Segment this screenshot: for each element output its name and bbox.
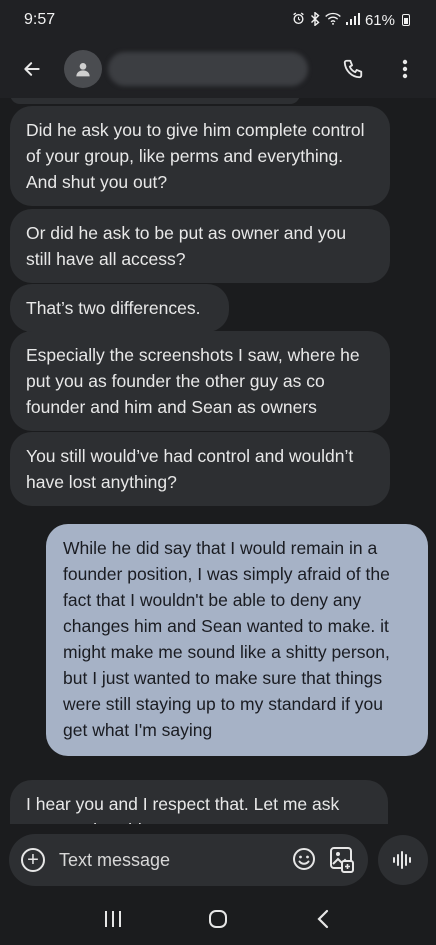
status-time: 9:57 xyxy=(24,11,56,28)
audio-waveform-icon xyxy=(393,851,411,869)
emoji-button[interactable] xyxy=(292,847,316,876)
gallery-button[interactable] xyxy=(329,846,355,879)
voice-message-button[interactable] xyxy=(378,835,428,885)
system-nav-bar xyxy=(0,892,436,945)
contact-name[interactable] xyxy=(108,52,308,86)
status-icons: 61% xyxy=(292,10,410,29)
wifi-icon xyxy=(325,12,341,28)
chevron-left-icon xyxy=(317,909,329,928)
incoming-message[interactable]: That’s two differences. xyxy=(10,284,229,332)
signal-icon xyxy=(345,12,360,28)
outgoing-message[interactable]: While he did say that I would remain in … xyxy=(46,524,428,756)
incoming-message[interactable]: Did he ask you to give him complete cont… xyxy=(10,106,390,206)
avatar[interactable] xyxy=(64,50,102,88)
home-icon xyxy=(208,909,227,928)
message-input[interactable] xyxy=(59,849,259,871)
alarm-icon xyxy=(292,12,305,28)
incoming-message[interactable]: Especially the screenshots I saw, where … xyxy=(10,331,390,431)
bluetooth-icon xyxy=(310,10,320,29)
incoming-message[interactable]: I hear you and I respect that. Let me as… xyxy=(10,780,388,824)
compose-field: + xyxy=(9,834,368,886)
recents-button[interactable] xyxy=(93,904,133,934)
compose-bar: + xyxy=(0,834,436,888)
emoji-icon xyxy=(293,848,315,870)
previous-message-edge xyxy=(10,98,300,104)
back-button[interactable] xyxy=(18,55,46,83)
battery-icon xyxy=(402,14,410,26)
gallery-icon xyxy=(330,847,354,873)
more-options-button[interactable] xyxy=(392,56,418,82)
incoming-message[interactable]: Or did he ask to be put as owner and you… xyxy=(10,209,390,283)
plus-icon: + xyxy=(27,849,39,871)
back-nav-button[interactable] xyxy=(303,904,343,934)
call-button[interactable] xyxy=(340,56,366,82)
app-bar xyxy=(0,40,436,98)
person-icon xyxy=(76,63,90,77)
battery-percent: 61% xyxy=(364,11,395,29)
status-bar: 9:57 61% xyxy=(0,0,436,40)
more-vert-icon xyxy=(402,59,408,79)
recents-icon xyxy=(104,910,121,927)
phone-icon xyxy=(343,59,363,79)
back-arrow-icon xyxy=(24,62,40,76)
incoming-message[interactable]: You still would’ve had control and would… xyxy=(10,432,390,506)
message-thread[interactable]: Did he ask you to give him complete cont… xyxy=(0,98,436,824)
attach-button[interactable]: + xyxy=(21,848,45,872)
home-button[interactable] xyxy=(198,904,238,934)
